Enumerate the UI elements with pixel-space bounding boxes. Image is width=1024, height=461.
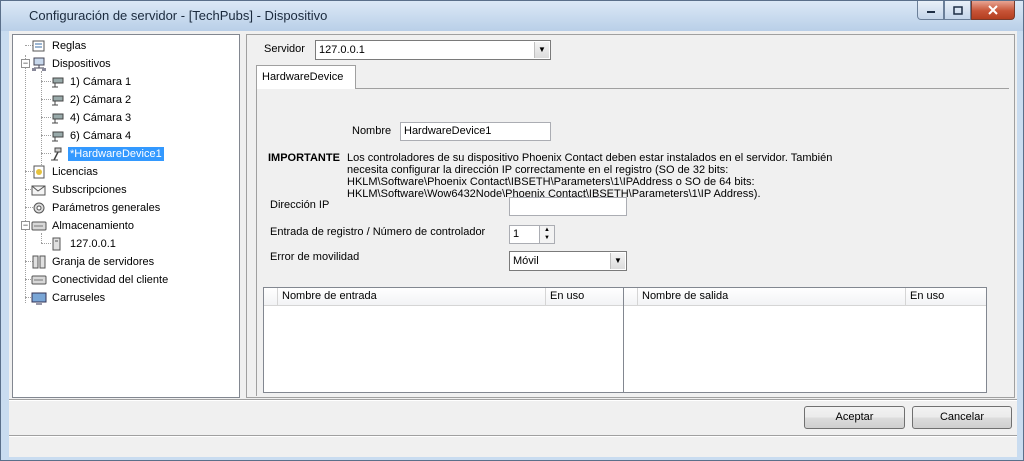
navigation-tree[interactable]: Reglas − Dispositivos 1) Cámara 1 2) Cám… [12,34,240,398]
tree-label: Parámetros generales [52,201,161,214]
separator [9,399,1017,401]
tab-panel: Nombre HardwareDevice1 IMPORTANTE Los co… [256,88,1009,396]
important-message: Los controladores de su dispositivo Phoe… [347,152,907,200]
tree-item-granja[interactable]: Granja de servidores [25,253,156,270]
subscriptions-icon [31,183,47,197]
tree-item-reglas[interactable]: Reglas [25,37,88,54]
window-controls [917,1,1015,20]
spinner-arrows-icon[interactable]: ▲ ▼ [539,226,554,243]
tree-label: Carruseles [52,291,106,304]
devices-icon [31,57,47,71]
register-entry-spinner[interactable]: 1 ▲ ▼ [509,225,555,244]
input-name-column[interactable]: Nombre de entrada [278,288,546,306]
tree-label: 127.0.0.1 [70,237,116,250]
tree-label: Subscripciones [52,183,127,196]
server-select[interactable]: 127.0.0.1 ▼ [315,40,551,60]
tree-item-camera-4[interactable]: 6) Cámara 4 [41,127,133,144]
camera-icon [49,75,65,89]
tree-label: Dispositivos [52,57,111,70]
collapse-icon[interactable]: − [21,59,30,68]
tree-item-server[interactable]: 127.0.0.1 [41,235,118,252]
tree-item-camera-3[interactable]: 4) Cámara 3 [41,109,133,126]
carousel-icon [31,291,47,305]
minimize-icon [926,11,935,13]
tree-label: 1) Cámara 1 [70,75,132,88]
license-icon [31,165,47,179]
tree-item-camera-1[interactable]: 1) Cámara 1 [41,73,133,90]
camera-icon [49,111,65,125]
title-bar[interactable]: Configuración de servidor - [TechPubs] -… [1,1,1023,31]
important-line: necesita configurar la dirección IP corr… [347,164,729,176]
tree-item-parametros[interactable]: Parámetros generales [25,199,162,216]
collapse-icon[interactable]: − [21,221,30,230]
outputs-table[interactable]: Nombre de salida En uso [623,287,987,393]
tree-item-carruseles[interactable]: Carruseles [25,289,107,306]
maximize-button[interactable] [944,1,971,20]
tree-label: Almacenamiento [52,219,134,232]
tree-label: 4) Cámara 3 [70,111,132,124]
inputs-table-header: Nombre de entrada En uso [264,288,623,306]
mobility-error-label: Error de movilidad [270,251,360,263]
chevron-down-icon: ▼ [610,253,625,269]
server-config-window: Configuración de servidor - [TechPubs] -… [0,0,1024,461]
close-button[interactable] [971,1,1015,20]
name-field-value: HardwareDevice1 [404,125,492,137]
maximize-icon [952,5,963,15]
storage-icon [31,219,47,233]
name-label: Nombre [352,125,392,137]
output-inuse-column[interactable]: En uso [906,288,986,306]
accept-button[interactable]: Aceptar [804,406,905,429]
camera-icon [49,93,65,107]
tree-item-almacenamiento[interactable]: − Almacenamiento [15,217,136,234]
tree-item-camera-2[interactable]: 2) Cámara 2 [41,91,133,108]
settings-icon [31,201,47,215]
tree-item-dispositivos[interactable]: − Dispositivos [15,55,113,72]
close-icon [988,5,998,15]
chevron-down-icon: ▼ [534,42,549,58]
tab-label: HardwareDevice [262,71,344,83]
tree-item-conectividad[interactable]: Conectividad del cliente [25,271,170,288]
important-line: HKLM\Software\Phoenix Contact\IBSETH\Par… [347,176,755,188]
tree-label: 2) Cámara 2 [70,93,132,106]
tree-item-subscripciones[interactable]: Subscripciones [25,181,129,198]
tree-item-licencias[interactable]: Licencias [25,163,100,180]
tree-item-hardware-device[interactable]: *HardwareDevice1 [41,145,164,162]
mobility-error-value: Móvil [513,255,539,267]
output-name-column[interactable]: Nombre de salida [638,288,906,306]
important-label: IMPORTANTE [268,152,340,164]
server-label: Servidor [264,43,305,55]
tree-label: Granja de servidores [52,255,155,268]
server-select-value: 127.0.0.1 [319,44,365,56]
ip-address-field[interactable] [509,197,627,216]
camera-icon [49,129,65,143]
name-field[interactable]: HardwareDevice1 [400,122,551,141]
client-connectivity-icon [31,273,47,287]
important-line: Los controladores de su dispositivo Phoe… [347,152,833,164]
tab-hardware-device[interactable]: HardwareDevice [256,65,356,89]
mobility-error-select[interactable]: Móvil ▼ [509,251,627,271]
register-entry-label: Entrada de registro / Número de controla… [270,226,486,238]
status-bar-separator [9,435,1017,437]
client-area: Reglas − Dispositivos 1) Cámara 1 2) Cám… [9,31,1017,457]
inputs-table[interactable]: Nombre de entrada En uso [263,287,624,393]
hardware-device-icon [49,147,65,161]
minimize-button[interactable] [917,1,944,20]
tree-label: *HardwareDevice1 [68,146,164,161]
outputs-table-header: Nombre de salida En uso [624,288,986,306]
tree-label: Licencias [52,165,98,178]
server-farm-icon [31,255,47,269]
window-title: Configuración de servidor - [TechPubs] -… [29,8,328,23]
cancel-button[interactable]: Cancelar [912,406,1012,429]
rules-icon [31,39,47,53]
tree-label: 6) Cámara 4 [70,129,132,142]
register-entry-value: 1 [513,228,520,240]
ip-address-label: Dirección IP [270,199,330,211]
server-icon [49,237,65,251]
input-inuse-column[interactable]: En uso [546,288,623,306]
device-panel: Servidor 127.0.0.1 ▼ HardwareDevice Nomb… [246,34,1015,398]
tree-label: Reglas [52,39,87,52]
tree-label: Conectividad del cliente [52,273,169,286]
important-line: HKLM\Software\Wow6432Node\Phoenix Contac… [347,188,761,200]
